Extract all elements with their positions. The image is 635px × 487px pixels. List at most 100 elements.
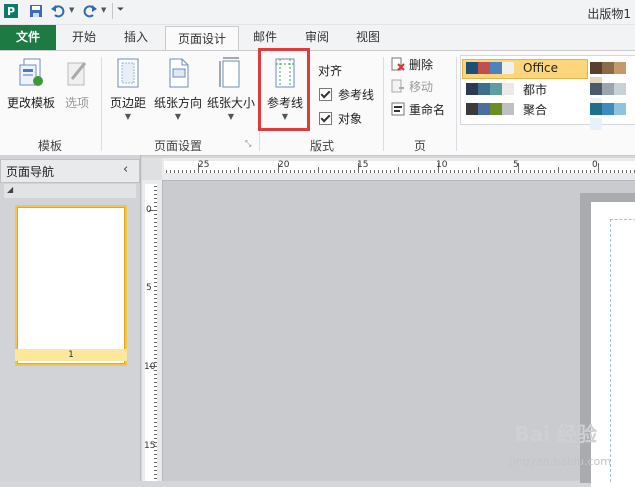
ruler-tick (310, 170, 311, 173)
ruler-tick (498, 170, 499, 173)
ruler-tick (598, 163, 599, 173)
scheme-converge-label[interactable]: 聚合 (523, 101, 547, 118)
page-thumbnail-number: 1 (15, 349, 127, 361)
margin-guide (610, 219, 635, 482)
ruler-tick (154, 226, 157, 227)
ruler-tick (154, 426, 157, 427)
ruler-tick (582, 170, 583, 173)
ruler-tick (154, 314, 157, 315)
options-button[interactable]: 选项 (58, 57, 96, 111)
ruler-tick (258, 170, 259, 173)
ruler-tick (154, 438, 157, 439)
ruler-tick (382, 170, 383, 173)
ruler-tick (154, 410, 157, 411)
svg-text:P: P (7, 5, 15, 18)
ruler-tick (154, 194, 157, 195)
group-separator (456, 57, 457, 151)
scheme-extra-swatches[interactable] (590, 103, 635, 130)
ruler-tick (546, 170, 547, 173)
save-icon[interactable] (28, 3, 44, 19)
scheme-extra-swatches[interactable] (590, 62, 635, 89)
objects-checkbox[interactable]: 对象 (319, 110, 362, 128)
ruler-tick (314, 170, 315, 173)
ruler-tick (614, 170, 615, 173)
ruler-tick (466, 170, 467, 173)
ruler-tick (154, 390, 157, 391)
ruler-tick (206, 170, 207, 173)
ruler-tick (154, 282, 157, 283)
ruler-tick (326, 170, 327, 173)
ruler-tick (154, 354, 157, 355)
ruler-tick (238, 167, 239, 173)
ruler-tick (154, 386, 157, 387)
undo-dropdown-icon[interactable]: ▼ (69, 6, 74, 14)
ruler-tick (630, 170, 631, 173)
scheme-converge-swatches[interactable] (466, 103, 514, 115)
ribbon: 更改模板 选项 模板 页边距 ▼ 纸张方向 ▼ 纸张大小 ▼ 页面设置 ⤡ 参考… (0, 50, 635, 156)
dialog-launcher-icon[interactable]: ⤡ (245, 139, 251, 149)
ruler-tick (154, 270, 157, 271)
ruler-tick (154, 454, 157, 455)
section-expand-icon[interactable]: ◢ (7, 185, 13, 194)
vertical-ruler-track (145, 184, 157, 481)
ruler-tick (154, 298, 157, 299)
collapse-pane-icon[interactable]: ‹ (123, 162, 128, 177)
customize-qat-icon[interactable]: ⏷ (117, 5, 124, 15)
scheme-extra-swatches[interactable] (590, 83, 635, 110)
ruler-tick (154, 402, 157, 403)
rename-page-button[interactable]: 重命名 (391, 101, 445, 119)
ruler-tick (302, 170, 303, 173)
tab-file[interactable]: 文件 (0, 25, 56, 50)
ruler-tick (426, 170, 427, 173)
ruler-tick (406, 170, 407, 173)
tab-page-design[interactable]: 页面设计 (165, 26, 239, 52)
delete-page-button[interactable]: 删除 (391, 56, 433, 74)
ruler-label: 10 (144, 362, 156, 372)
ruler-tick (154, 186, 157, 187)
tab-review[interactable]: 审阅 (295, 25, 339, 50)
ruler-tick (306, 170, 307, 173)
move-page-button[interactable]: 移动 (391, 78, 433, 96)
ruler-tick (154, 470, 157, 471)
margins-button[interactable]: 页边距 ▼ (106, 57, 150, 121)
ruler-tick (462, 170, 463, 173)
redo-dropdown-icon[interactable]: ▼ (101, 6, 106, 14)
ruler-tick (154, 322, 157, 323)
ruler-tick (318, 167, 319, 173)
size-dropdown-icon: ▼ (227, 112, 235, 121)
scheme-office-label[interactable]: Office (523, 61, 558, 75)
orientation-button[interactable]: 纸张方向 ▼ (152, 57, 204, 121)
ruler-tick (154, 238, 157, 239)
undo-icon[interactable] (50, 3, 66, 19)
page-setup-group-label: 页面设置 (153, 139, 202, 153)
ruler-tick (154, 382, 157, 383)
tab-insert[interactable]: 插入 (114, 25, 158, 50)
redo-icon[interactable] (82, 3, 98, 19)
tab-home[interactable]: 开始 (62, 25, 106, 50)
section-header[interactable]: ◢ (4, 184, 136, 198)
ruler-tick (186, 170, 187, 173)
options-icon (67, 62, 87, 86)
size-button[interactable]: 纸张大小 ▼ (204, 57, 258, 121)
ruler-tick (154, 262, 157, 263)
delete-page-icon (391, 57, 405, 71)
ruler-tick (578, 170, 579, 173)
ruler-tick (154, 214, 157, 215)
tab-view[interactable]: 视图 (346, 25, 390, 50)
scheme-metro-label[interactable]: 都市 (523, 81, 547, 98)
ruler-tick (474, 170, 475, 173)
ruler-tick (542, 170, 543, 173)
page-size-icon (219, 57, 240, 88)
tab-mailings[interactable]: 邮件 (244, 25, 286, 50)
ruler-tick (154, 398, 157, 399)
ruler-tick (154, 330, 157, 331)
ruler-tick (214, 170, 215, 173)
change-template-button[interactable]: 更改模板 (4, 57, 58, 111)
guides-checkbox[interactable]: 参考线 (319, 86, 374, 104)
page-thumbnail[interactable] (15, 205, 127, 366)
ruler-tick (178, 170, 179, 173)
ruler-tick (154, 338, 157, 339)
app-title: 出版物1 (587, 7, 631, 21)
scheme-metro-swatches[interactable] (466, 83, 514, 95)
ruler-tick (154, 326, 157, 327)
